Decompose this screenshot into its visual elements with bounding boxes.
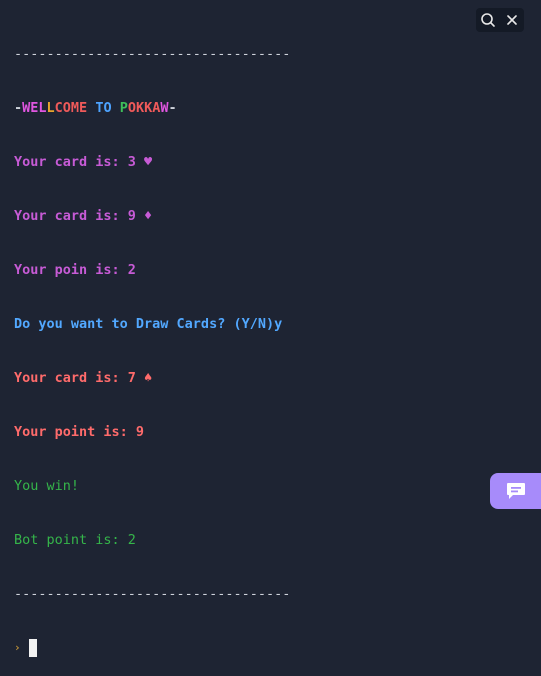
separator-top: ----------------------------------	[14, 46, 291, 62]
title-suffix: -	[168, 100, 177, 116]
console-output: ---------------------------------- -WELL…	[14, 9, 290, 676]
output-line: Your card is: 3 ♥	[14, 154, 153, 170]
title-part: P	[119, 100, 128, 116]
output-line: Do you want to Draw Cards? (Y/N)y	[14, 316, 283, 332]
close-button[interactable]	[500, 8, 524, 32]
output-line: Your card is: 9 ♦	[14, 208, 153, 224]
output-line: Bot point is: 2	[14, 532, 136, 548]
console-toolbar	[476, 8, 524, 32]
separator-bottom: ----------------------------------	[14, 586, 291, 602]
title-part	[112, 100, 120, 116]
chat-icon	[506, 483, 525, 499]
title-part: OKKA	[127, 100, 161, 116]
title-part: WEL	[22, 100, 47, 116]
chat-button[interactable]	[490, 473, 541, 509]
output-line: Your card is: 7 ♠	[14, 370, 153, 386]
output-line: Your poin is: 2	[14, 262, 136, 278]
search-button[interactable]	[476, 8, 500, 32]
text-cursor[interactable]	[28, 639, 37, 657]
prompt-arrow-icon: ›	[14, 641, 21, 654]
search-icon	[481, 13, 495, 27]
title-prefix: -	[14, 100, 23, 116]
output-line: You win!	[14, 478, 80, 494]
welcome-title: -WELLCOME TO POKKAW-	[14, 99, 290, 117]
close-icon	[507, 15, 517, 25]
title-part: COME	[54, 100, 88, 116]
output-line: Your point is: 9	[14, 424, 145, 440]
input-prompt[interactable]: ›	[14, 638, 290, 658]
title-part: TO	[95, 100, 112, 116]
title-part: L	[46, 100, 55, 116]
title-part: W	[160, 100, 169, 116]
